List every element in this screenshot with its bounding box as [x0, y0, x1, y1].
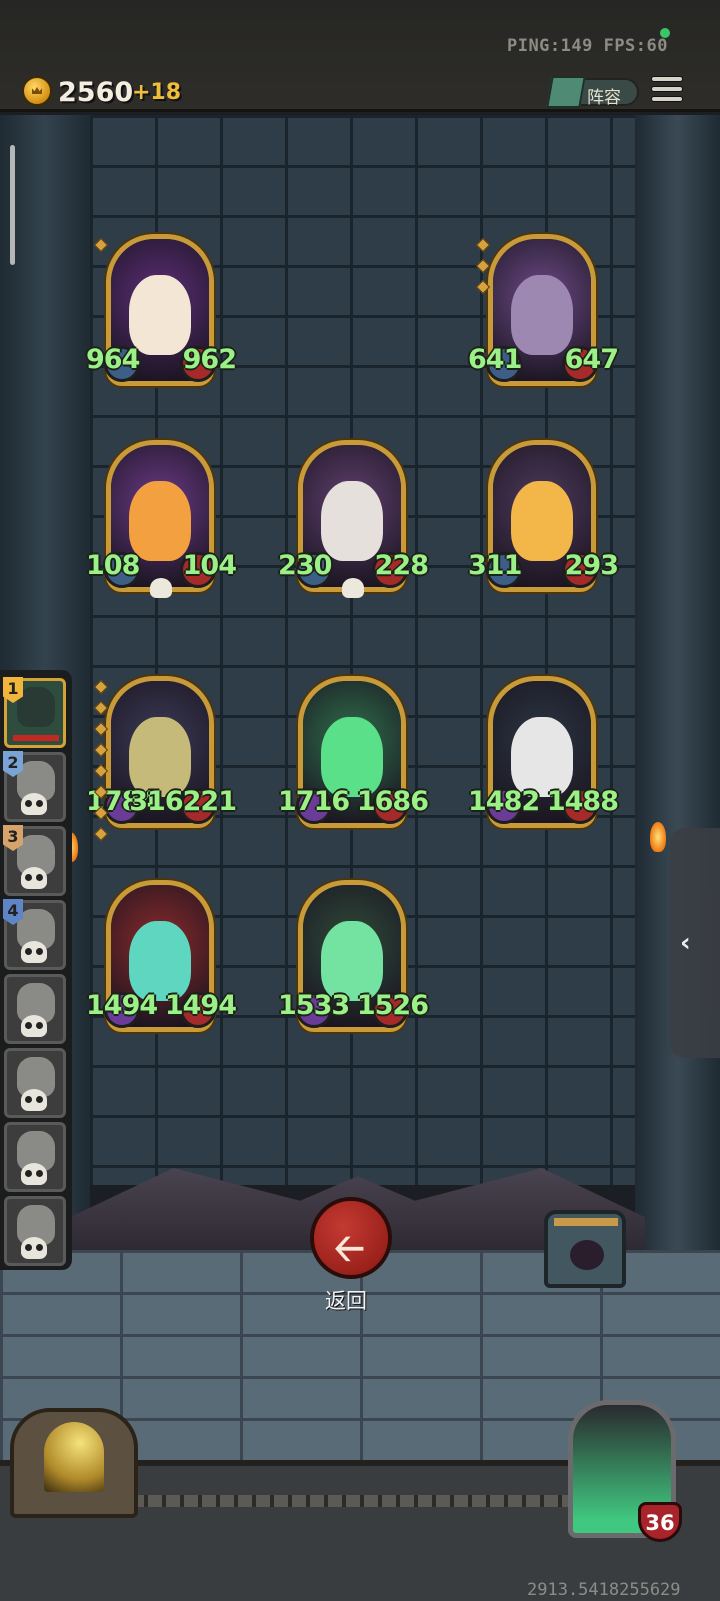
creature-portrait — [511, 481, 573, 561]
skull-icon — [21, 1089, 47, 1111]
attack-value: 1533 — [278, 990, 350, 1021]
health-value: 1494 — [164, 990, 237, 1021]
lineup-button[interactable]: 阵容 — [546, 76, 639, 108]
treasure-chest[interactable] — [544, 1210, 626, 1288]
creature-portrait — [511, 275, 573, 355]
lineup-label: 阵容 — [587, 88, 621, 108]
queue-slot[interactable]: 4 — [3, 899, 66, 970]
creature-portrait — [129, 717, 191, 797]
creature-portrait — [321, 717, 383, 797]
health-value: 104 — [182, 550, 237, 581]
skull-icon — [21, 1163, 47, 1185]
skull-icon — [21, 1015, 47, 1037]
chain-decoration — [130, 1495, 600, 1507]
attack-value: 1716 — [278, 786, 350, 817]
queue-slot[interactable] — [4, 1196, 66, 1266]
arrow-left-icon: 🡠 — [334, 1226, 365, 1270]
queue-health-bar — [13, 735, 59, 741]
queue-slot[interactable]: 2 — [3, 751, 66, 822]
creature-portrait — [129, 921, 191, 1001]
card-cursed-sword[interactable]: 1533 1526 — [278, 880, 429, 1032]
card-hamster[interactable]: 311 293 — [468, 440, 619, 592]
attack-value: 1482 — [468, 786, 540, 817]
health-value: 1686 — [356, 786, 429, 817]
attack-value: 964 — [86, 344, 140, 375]
back-label: 返回 — [325, 1289, 367, 1313]
card-skeleton-reaper[interactable]: 1482 1488 — [468, 676, 619, 828]
skull-icon — [21, 867, 47, 889]
ping-fps-readout: PING:149 FPS:60 — [506, 36, 668, 56]
health-value: 293 — [564, 550, 619, 581]
card-spectral-giant[interactable]: 1494 1494 — [86, 880, 237, 1032]
queue-slot[interactable]: 1 — [3, 677, 66, 748]
top-bar: PING:149 FPS:60 2560 +18 阵容 — [0, 0, 720, 112]
health-value: 1488 — [546, 786, 619, 817]
health-value: 962 — [182, 344, 237, 375]
skull-icon — [150, 578, 172, 598]
creature-portrait — [511, 717, 573, 797]
queue-slot[interactable] — [4, 974, 66, 1044]
hamburger-icon — [651, 76, 683, 82]
card-green-ghost[interactable]: 1716 1686 — [278, 676, 429, 828]
menu-button[interactable] — [651, 76, 683, 106]
dungeon-portal[interactable] — [10, 1408, 138, 1518]
health-value: 228 — [374, 550, 429, 581]
attack-value: 1494 — [86, 990, 158, 1021]
coordinate-readout: 2913.5418255629 — [527, 1580, 681, 1600]
queue-slot[interactable]: 3 — [3, 825, 66, 896]
skull-icon — [21, 793, 47, 815]
card-horned-reaper[interactable]: 1784 316221 — [86, 676, 237, 842]
skull-icon — [21, 941, 47, 963]
queue-slot[interactable] — [4, 1122, 66, 1192]
attack-value: 311 — [468, 550, 522, 581]
torch-icon — [650, 822, 666, 852]
health-value: 647 — [564, 344, 619, 375]
creature-portrait — [321, 921, 383, 1001]
book-icon — [546, 76, 586, 108]
skull-icon — [342, 578, 364, 598]
health-value: 1526 — [356, 990, 429, 1021]
card-pelican[interactable]: 108 104 — [86, 440, 237, 598]
creature-portrait — [129, 481, 191, 561]
right-pillar — [635, 115, 720, 1255]
health-value: 316221 — [129, 786, 237, 817]
attack-value: 641 — [468, 344, 522, 375]
card-octopus-pirate[interactable]: 641 647 — [468, 234, 619, 386]
gold-coin-icon — [22, 76, 52, 106]
card-fire-horse[interactable]: 964 962 — [86, 234, 237, 386]
attack-value: 108 — [86, 550, 140, 581]
queue-slot[interactable] — [4, 1048, 66, 1118]
game-screen: PING:149 FPS:60 2560 +18 阵容 ‹ 1234 964 9… — [0, 0, 720, 1601]
side-drawer-toggle[interactable]: ‹ — [670, 828, 720, 1058]
turn-queue: 1234 — [0, 670, 72, 1270]
back-button[interactable]: 🡠 — [310, 1197, 392, 1279]
scroll-indicator[interactable] — [10, 145, 15, 265]
gold-amount: 2560 — [58, 77, 134, 108]
creature-portrait — [129, 275, 191, 355]
card-masked-rat[interactable]: 230 228 — [278, 440, 429, 598]
gold-gain: +18 — [132, 80, 182, 105]
chevron-left-icon: ‹ — [680, 928, 691, 958]
creature-portrait — [321, 481, 383, 561]
attack-value: 230 — [278, 550, 332, 581]
skull-icon — [21, 1237, 47, 1259]
